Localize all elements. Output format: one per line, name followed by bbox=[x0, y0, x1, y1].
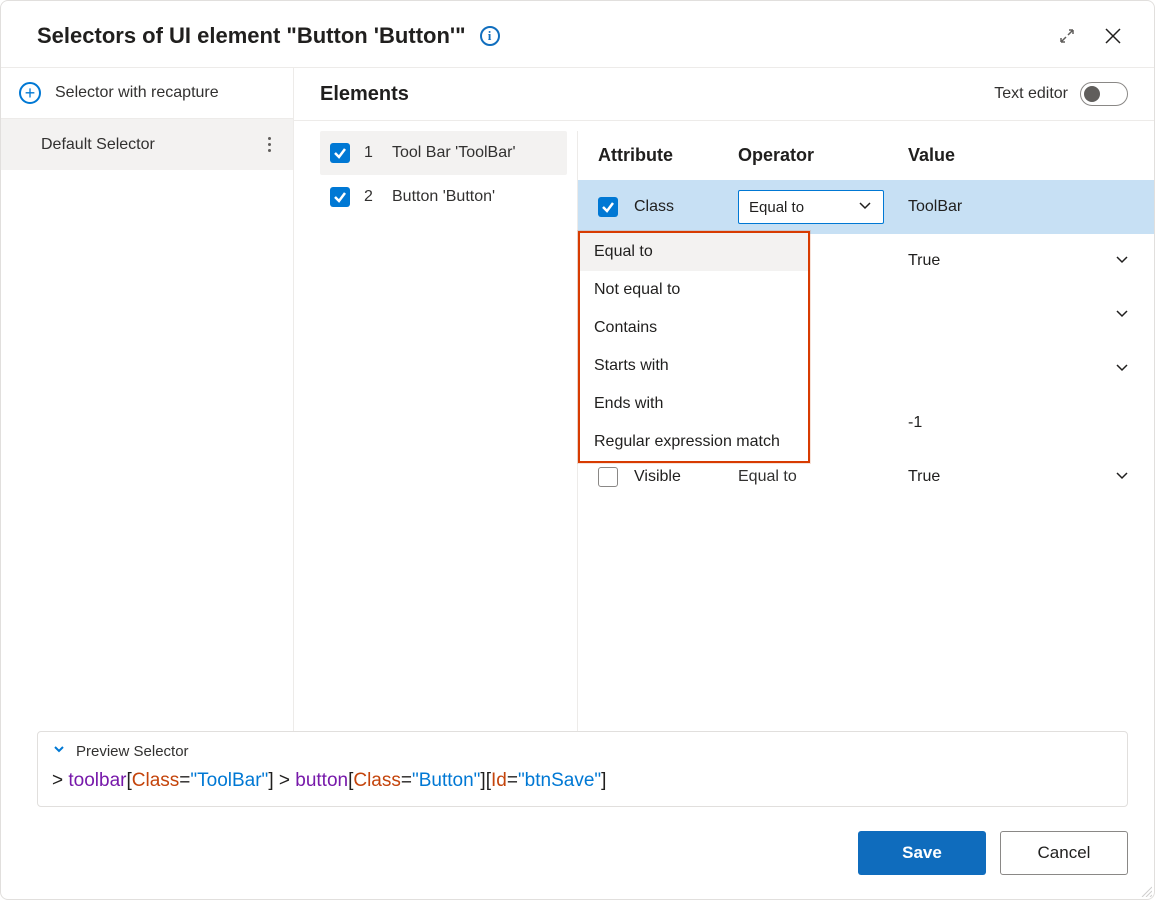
operator-option[interactable]: Ends with bbox=[580, 385, 808, 423]
operator-option[interactable]: Equal to bbox=[580, 233, 808, 271]
attribute-name: Visible bbox=[634, 468, 738, 486]
element-row[interactable]: 1 Tool Bar 'ToolBar' bbox=[320, 131, 567, 175]
checkbox-icon[interactable] bbox=[330, 143, 350, 163]
col-attribute: Attribute bbox=[598, 145, 738, 166]
elements-list: 1 Tool Bar 'ToolBar' 2 Button 'Button' bbox=[320, 131, 578, 731]
operator-option[interactable]: Not equal to bbox=[580, 271, 808, 309]
checkbox-icon[interactable] bbox=[598, 197, 618, 217]
dialog-title: Selectors of UI element "Button 'Button'… bbox=[37, 23, 466, 49]
col-value: Value bbox=[908, 145, 1154, 166]
operator-option[interactable]: Contains bbox=[580, 309, 808, 347]
selector-item-label: Default Selector bbox=[41, 136, 155, 154]
attribute-value: ToolBar bbox=[908, 198, 962, 216]
operator-option[interactable]: Starts with bbox=[580, 347, 808, 385]
dialog-footer: Save Cancel bbox=[1, 807, 1154, 899]
save-button[interactable]: Save bbox=[858, 831, 986, 875]
chevron-down-icon[interactable] bbox=[857, 197, 873, 217]
element-label: Tool Bar 'ToolBar' bbox=[392, 144, 516, 162]
resize-grip-icon[interactable] bbox=[1138, 883, 1152, 897]
attribute-value: -1 bbox=[908, 414, 922, 432]
checkbox-icon[interactable] bbox=[598, 467, 618, 487]
operator-text: Equal to bbox=[738, 468, 797, 485]
kebab-menu-icon[interactable] bbox=[264, 133, 275, 156]
plus-circle-icon: + bbox=[19, 82, 41, 104]
element-label: Button 'Button' bbox=[392, 188, 495, 206]
operator-dropdown[interactable]: Equal toNot equal toContainsStarts withE… bbox=[578, 231, 810, 463]
attribute-value: True bbox=[908, 252, 940, 270]
sidebar-item-default-selector[interactable]: Default Selector bbox=[1, 119, 293, 170]
attribute-name: Class bbox=[634, 198, 738, 216]
element-index: 1 bbox=[364, 144, 378, 162]
col-operator: Operator bbox=[738, 145, 908, 166]
preview-label: Preview Selector bbox=[76, 743, 189, 760]
preview-selector-section: Preview Selector > toolbar[Class="ToolBa… bbox=[37, 731, 1128, 807]
selector-with-recapture-button[interactable]: + Selector with recapture bbox=[1, 68, 293, 119]
expand-icon[interactable] bbox=[1058, 27, 1076, 45]
close-icon[interactable] bbox=[1104, 27, 1122, 45]
text-editor-label: Text editor bbox=[994, 85, 1068, 103]
text-editor-toggle[interactable] bbox=[1080, 82, 1128, 106]
elements-heading: Elements bbox=[320, 83, 409, 106]
element-row[interactable]: 2 Button 'Button' bbox=[320, 175, 567, 219]
dialog-header: Selectors of UI element "Button 'Button'… bbox=[1, 1, 1154, 67]
chevron-down-icon[interactable] bbox=[1114, 308, 1130, 325]
selectors-sidebar: + Selector with recapture Default Select… bbox=[1, 68, 294, 731]
recapture-label: Selector with recapture bbox=[55, 84, 219, 102]
checkbox-icon[interactable] bbox=[330, 187, 350, 207]
info-icon[interactable]: i bbox=[480, 26, 500, 46]
attribute-value: True bbox=[908, 468, 940, 486]
chevron-down-icon[interactable] bbox=[1114, 362, 1130, 379]
attributes-panel: Attribute Operator Value ClassEqual toTo… bbox=[578, 131, 1154, 731]
chevron-down-icon[interactable] bbox=[1114, 470, 1130, 487]
operator-select[interactable]: Equal to bbox=[738, 190, 884, 224]
main-panel: Elements Text editor 1 Tool Bar 'ToolBar'… bbox=[294, 68, 1154, 731]
selectors-dialog: Selectors of UI element "Button 'Button'… bbox=[0, 0, 1155, 900]
element-index: 2 bbox=[364, 188, 378, 206]
preview-selector-path: > toolbar[Class="ToolBar"] > button[Clas… bbox=[52, 770, 1113, 792]
chevron-down-icon[interactable] bbox=[1114, 254, 1130, 271]
chevron-down-icon[interactable] bbox=[52, 742, 66, 760]
cancel-button[interactable]: Cancel bbox=[1000, 831, 1128, 875]
attribute-row: ClassEqual to ToolBar bbox=[578, 180, 1154, 234]
operator-option[interactable]: Regular expression match bbox=[580, 423, 808, 461]
